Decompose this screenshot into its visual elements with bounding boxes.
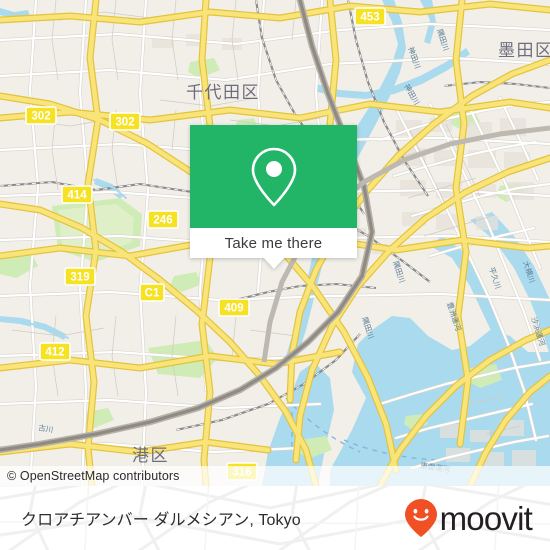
map-area-label: 千代田区 [186,83,260,103]
map-water-label: 汐浜運河 [529,316,548,348]
popup-action-bar[interactable]: Take me there [190,228,357,258]
route-shield-label: 302 [115,117,134,129]
route-shield-label: 414 [67,190,87,202]
map-attribution[interactable]: © OpenStreetMap contributors [0,466,550,486]
route-shield: 302 [109,112,141,131]
take-me-there-label: Take me there [224,234,323,252]
attribution-text: © OpenStreetMap contributors [7,469,180,483]
route-shield-label: 246 [153,215,172,227]
map-water-label: 隅田川 [435,28,451,52]
route-shield-label: 302 [31,111,50,123]
popup-header [190,125,357,228]
moovit-place-card-screenshot: .wtr { fill:#aadaee; } .prk { fill:#cfec… [0,0,550,550]
route-shield: 414 [61,185,93,204]
map-area-label: 港区 [132,446,169,466]
route-shield-label: 412 [45,347,64,359]
map-water-label: 平久川 [487,266,503,290]
route-shield-label: C1 [145,288,160,300]
route-shield: 453 [354,7,386,26]
popup-tail [263,258,284,269]
map-water-label: 豊洲運河 [445,301,464,333]
map-water-label: 古川 [38,422,55,434]
moovit-wordmark: moovit [439,499,533,537]
map-water-label: 大横川 [521,260,537,284]
place-name-caption: クロアチアンバー ダルメシアン, Tokyo [21,512,301,529]
map-water-label: 隅田川 [391,260,407,284]
route-shield: 302 [25,106,57,125]
map-water-label: 隅田川 [360,316,376,340]
page-footer: クロアチアンバー ダルメシアン, Tokyo moovit [0,486,550,550]
route-shield: 412 [39,342,71,361]
route-shield: 409 [218,298,250,317]
moovit-brand-logo[interactable]: moovit [404,498,550,538]
map-water-label: 神田川 [406,45,423,70]
route-shield-label: 453 [360,12,379,24]
place-popup-card[interactable]: Take me there [190,125,357,269]
map-area-label: 墨田区 [498,41,550,61]
route-shield-label: 409 [224,303,243,315]
route-shield: 246 [147,210,179,229]
map-water-label: 神田川 [402,82,422,106]
moovit-smiley-pin-icon [404,499,437,537]
location-pin-icon [251,147,296,206]
route-shield: C1 [139,283,165,302]
route-shield: 319 [64,267,96,286]
route-shield-label: 319 [70,272,89,284]
